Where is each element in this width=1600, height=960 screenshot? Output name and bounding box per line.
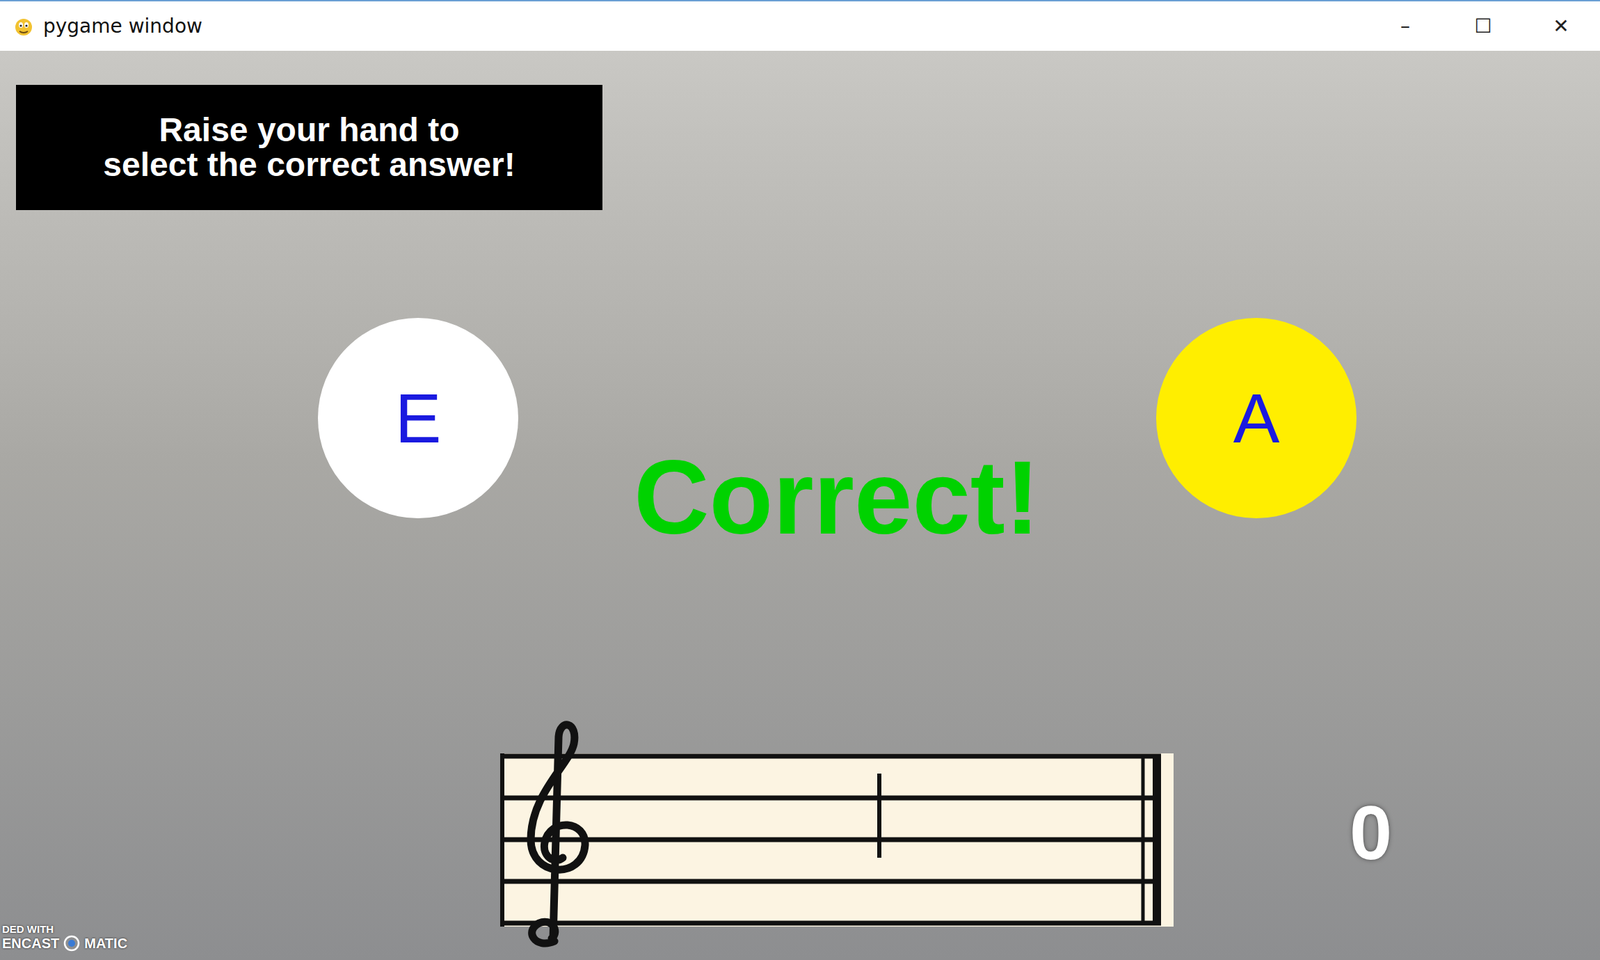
instruction-box: Raise your hand toselect the correct ans… xyxy=(16,84,603,211)
treble-clef-icon xyxy=(530,724,586,944)
instruction-line: select the correct answer! xyxy=(102,147,515,183)
music-staff xyxy=(500,753,1174,927)
feedback-text: Correct! xyxy=(633,440,1040,556)
pygame-app: pygame window –☐✕ Raise your hand toselect… xyxy=(0,0,1600,960)
score: 0 xyxy=(1349,788,1392,877)
window-control-button[interactable]: ☐ xyxy=(1444,1,1523,51)
watermark-text: ENCAST xyxy=(2,935,60,952)
quarter-note-icon xyxy=(863,773,906,960)
game-canvas: Raise your hand toselect the correct ans… xyxy=(0,50,1600,960)
recorder-watermark: DED WITHENCAST MATIC xyxy=(2,923,128,952)
recorder-logo-icon xyxy=(63,934,80,952)
answer-choice[interactable]: A xyxy=(1156,317,1357,519)
instruction-line: Raise your hand to xyxy=(158,112,460,148)
pygame-icon xyxy=(12,15,35,38)
title-bar: pygame window –☐✕ xyxy=(0,0,1600,51)
watermark-text: MATIC xyxy=(84,935,128,952)
answer-choice[interactable]: E xyxy=(317,317,519,519)
watermark-line: DED WITH xyxy=(2,923,128,935)
window-control-button[interactable]: ✕ xyxy=(1522,1,1600,51)
window-title: pygame window xyxy=(43,14,203,38)
window-control-button[interactable]: – xyxy=(1366,1,1445,51)
